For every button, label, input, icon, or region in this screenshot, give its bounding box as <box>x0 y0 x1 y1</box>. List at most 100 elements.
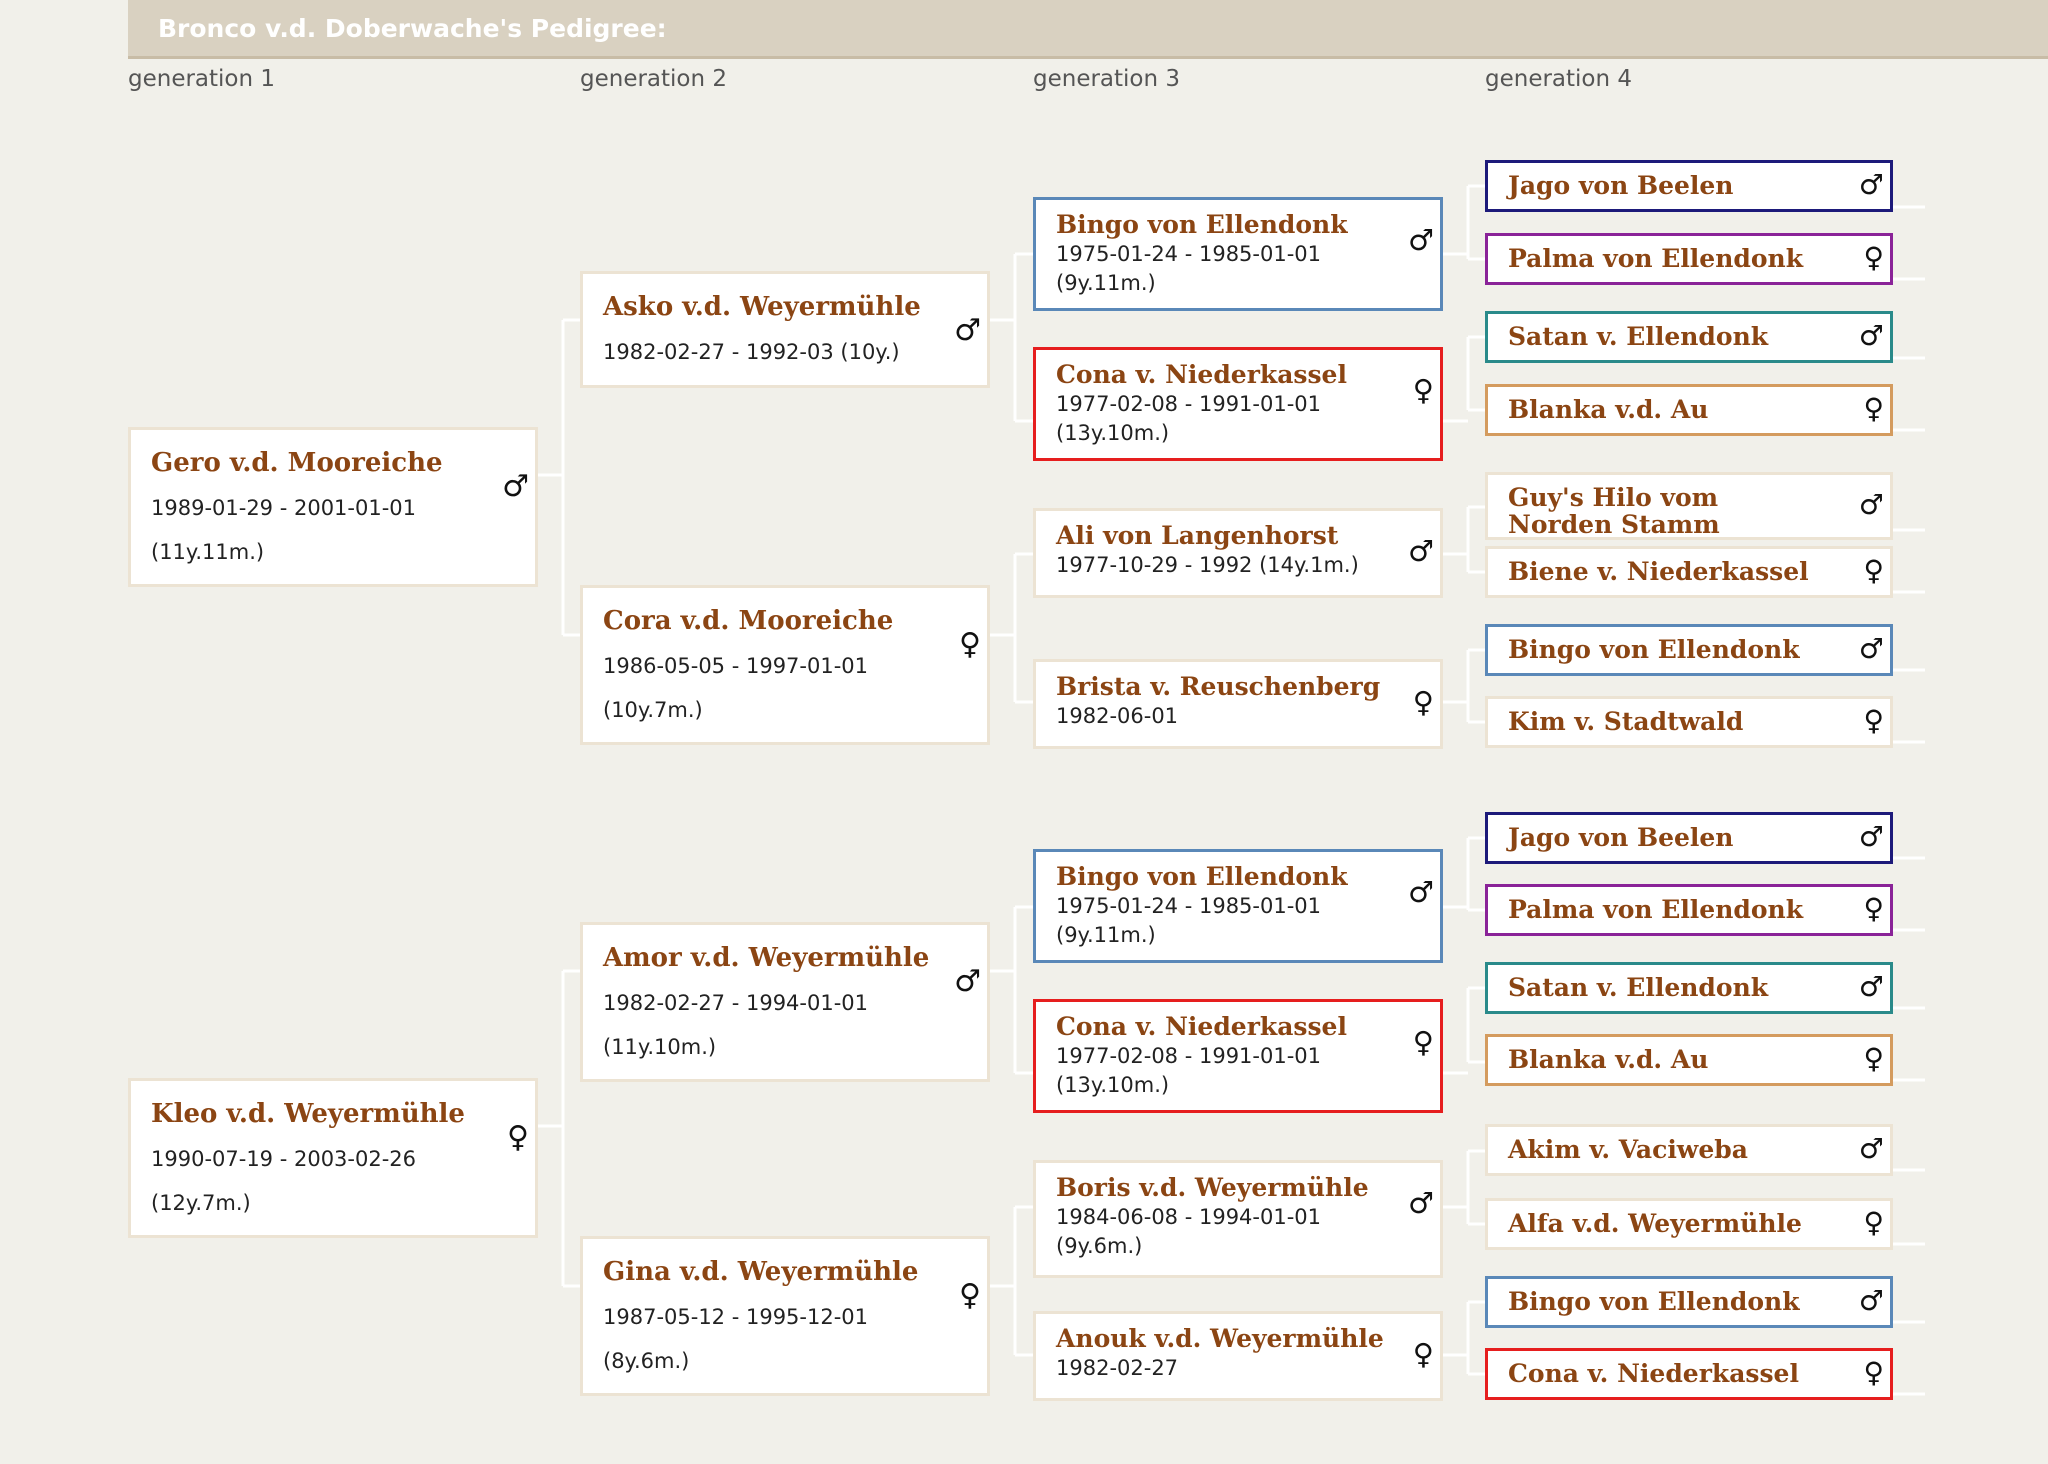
dog-name-link[interactable]: Satan v. Ellendonk <box>1508 973 1768 1002</box>
dog-dates: 1982-06-01 <box>1056 704 1179 728</box>
dog-name-link[interactable]: Blanka v.d. Au <box>1508 395 1708 424</box>
generation-3-card[interactable]: Anouk v.d. Weyermühle 1982-02-27 ♀ <box>1033 1311 1443 1401</box>
dog-name-link[interactable]: Cona v. Niederkassel <box>1056 360 1347 389</box>
dog-name-link[interactable]: Amor v.d. Weyermühle <box>603 943 929 973</box>
male-symbol-icon: ♂ <box>1408 223 1434 257</box>
dog-name-link[interactable]: Kim v. Stadtwald <box>1508 707 1743 736</box>
dog-dates: 1986-05-05 - 1997-01-01 <box>603 654 869 678</box>
dog-dates: 1977-02-08 - 1991-01-01 <box>1056 392 1322 416</box>
generation-2-card[interactable]: Asko v.d. Weyermühle 1982-02-27 - 1992-0… <box>580 271 990 388</box>
dog-name-link[interactable]: Cona v. Niederkassel <box>1056 1012 1347 1041</box>
dog-name-link[interactable]: Bingo von Ellendonk <box>1056 862 1348 891</box>
generation-4-card[interactable]: Jago von Beelen ♂ <box>1485 812 1893 864</box>
generation-4-card[interactable]: Alfa v.d. Weyermühle ♀ <box>1485 1198 1893 1250</box>
dog-name-link[interactable]: Palma von Ellendonk <box>1508 244 1803 273</box>
dog-dates: 1977-10-29 - 1992 (14y.1m.) <box>1056 553 1359 577</box>
male-symbol-icon: ♂ <box>1858 970 1884 1003</box>
generation-4-card[interactable]: Bingo von Ellendonk ♂ <box>1485 624 1893 676</box>
generation-4-card[interactable]: Akim v. Vaciweba ♂ <box>1485 1124 1893 1176</box>
dog-name-link[interactable]: Biene v. Niederkassel <box>1508 557 1809 586</box>
generation-4-card[interactable]: Blanka v.d. Au ♀ <box>1485 384 1893 436</box>
dog-name-link[interactable]: Alfa v.d. Weyermühle <box>1508 1209 1802 1238</box>
dog-dates: 1977-02-08 - 1991-01-01 <box>1056 1044 1322 1068</box>
generation-3-card[interactable]: Boris v.d. Weyermühle 1984-06-08 - 1994-… <box>1033 1160 1443 1278</box>
female-symbol-icon: ♀ <box>1863 554 1884 587</box>
female-symbol-icon: ♀ <box>959 1278 981 1313</box>
generation-4-card[interactable]: Cona v. Niederkassel ♀ <box>1485 1348 1893 1400</box>
generation-4-card[interactable]: Palma von Ellendonk ♀ <box>1485 233 1893 285</box>
dog-name-link[interactable]: Bingo von Ellendonk <box>1056 210 1348 239</box>
generation-4-card[interactable]: Blanka v.d. Au ♀ <box>1485 1034 1893 1086</box>
dog-name-link[interactable]: Satan v. Ellendonk <box>1508 322 1768 351</box>
dog-name-link[interactable]: Jago von Beelen <box>1508 823 1734 852</box>
male-symbol-icon: ♂ <box>1858 319 1884 352</box>
male-symbol-icon: ♂ <box>1408 875 1434 909</box>
dog-name-link[interactable]: Gero v.d. Mooreiche <box>151 448 443 478</box>
female-symbol-icon: ♀ <box>1412 373 1434 407</box>
dog-dates: 1975-01-24 - 1985-01-01 <box>1056 894 1322 918</box>
female-symbol-icon: ♀ <box>1863 392 1884 425</box>
male-symbol-icon: ♂ <box>1858 168 1884 201</box>
generation-3-card[interactable]: Ali von Langenhorst 1977-10-29 - 1992 (1… <box>1033 508 1443 598</box>
dog-name-link[interactable]: Ali von Langenhorst <box>1056 521 1338 550</box>
male-symbol-icon: ♂ <box>1408 534 1434 568</box>
dog-name-link[interactable]: Cona v. Niederkassel <box>1508 1359 1799 1388</box>
dog-name-link[interactable]: Boris v.d. Weyermühle <box>1056 1173 1369 1202</box>
dog-name-link[interactable]: Akim v. Vaciweba <box>1508 1135 1748 1164</box>
generation-2-card[interactable]: Gina v.d. Weyermühle 1987-05-12 - 1995-1… <box>580 1236 990 1396</box>
dog-age: (11y.10m.) <box>603 1035 717 1059</box>
dog-age: (13y.10m.) <box>1056 421 1170 445</box>
dog-dates: 1982-02-27 - 1992-03 (10y.) <box>603 340 900 364</box>
female-symbol-icon: ♀ <box>959 627 981 662</box>
male-symbol-icon: ♂ <box>1858 632 1884 665</box>
dog-name-link[interactable]: Anouk v.d. Weyermühle <box>1056 1324 1384 1353</box>
dog-name-link[interactable]: Bingo von Ellendonk <box>1508 635 1800 664</box>
generation-3-card[interactable]: Brista v. Reuschenberg 1982-06-01 ♀ <box>1033 659 1443 749</box>
dog-dates: 1990-07-19 - 2003-02-26 <box>151 1147 417 1171</box>
generation-4-card[interactable]: Biene v. Niederkassel ♀ <box>1485 546 1893 598</box>
generation-3-card[interactable]: Cona v. Niederkassel 1977-02-08 - 1991-0… <box>1033 999 1443 1113</box>
dog-name-link[interactable]: Bingo von Ellendonk <box>1508 1287 1800 1316</box>
male-symbol-icon: ♂ <box>1858 820 1884 853</box>
male-symbol-icon: ♂ <box>502 469 529 504</box>
dog-dates: 1982-02-27 - 1994-01-01 <box>603 991 869 1015</box>
male-symbol-icon: ♂ <box>1858 488 1884 521</box>
dog-name-link[interactable]: Asko v.d. Weyermühle <box>603 292 921 322</box>
dog-name-link[interactable]: Brista v. Reuschenberg <box>1056 672 1380 701</box>
generation-4-card[interactable]: Palma von Ellendonk ♀ <box>1485 884 1893 936</box>
dog-name-link[interactable]: Kleo v.d. Weyermühle <box>151 1099 465 1129</box>
dog-name-link[interactable]: Jago von Beelen <box>1508 171 1734 200</box>
male-symbol-icon: ♂ <box>1858 1284 1884 1317</box>
dog-name-link[interactable]: Blanka v.d. Au <box>1508 1045 1708 1074</box>
dog-name-link[interactable]: Gina v.d. Weyermühle <box>603 1257 918 1287</box>
dog-age: (10y.7m.) <box>603 698 703 722</box>
generation-4-card[interactable]: Guy's Hilo vom Norden Stamm ♂ <box>1485 472 1893 540</box>
generation-4-card[interactable]: Bingo von Ellendonk ♂ <box>1485 1276 1893 1328</box>
dog-dates: 1987-05-12 - 1995-12-01 <box>603 1305 869 1329</box>
generation-4-card[interactable]: Satan v. Ellendonk ♂ <box>1485 962 1893 1014</box>
generation-2-card[interactable]: Cora v.d. Mooreiche 1986-05-05 - 1997-01… <box>580 585 990 745</box>
dog-age: (8y.6m.) <box>603 1349 690 1373</box>
generation-3-card[interactable]: Bingo von Ellendonk 1975-01-24 - 1985-01… <box>1033 197 1443 311</box>
generation-4-card[interactable]: Satan v. Ellendonk ♂ <box>1485 311 1893 363</box>
dog-age: (9y.6m.) <box>1056 1234 1143 1258</box>
generation-4-card[interactable]: Jago von Beelen ♂ <box>1485 160 1893 212</box>
dog-name-link[interactable]: Palma von Ellendonk <box>1508 895 1803 924</box>
generation-4-card[interactable]: Kim v. Stadtwald ♀ <box>1485 696 1893 748</box>
dog-dates: 1984-06-08 - 1994-01-01 <box>1056 1205 1322 1229</box>
female-symbol-icon: ♀ <box>507 1120 529 1155</box>
female-symbol-icon: ♀ <box>1412 685 1434 719</box>
generation-3-card[interactable]: Cona v. Niederkassel 1977-02-08 - 1991-0… <box>1033 347 1443 461</box>
male-symbol-icon: ♂ <box>1858 1132 1884 1165</box>
dog-dates: 1989-01-29 - 2001-01-01 <box>151 496 417 520</box>
generation-3-card[interactable]: Bingo von Ellendonk 1975-01-24 - 1985-01… <box>1033 849 1443 963</box>
dog-name-link[interactable]: Guy's Hilo vom Norden Stamm <box>1508 484 1828 538</box>
male-symbol-icon: ♂ <box>1408 1186 1434 1220</box>
generation-1-sire-card[interactable]: Gero v.d. Mooreiche 1989-01-29 - 2001-01… <box>128 427 538 587</box>
generation-1-dam-card[interactable]: Kleo v.d. Weyermühle 1990-07-19 - 2003-0… <box>128 1078 538 1238</box>
dog-name-link[interactable]: Cora v.d. Mooreiche <box>603 606 893 636</box>
generation-2-card[interactable]: Amor v.d. Weyermühle 1982-02-27 - 1994-0… <box>580 922 990 1082</box>
male-symbol-icon: ♂ <box>954 964 981 999</box>
female-symbol-icon: ♀ <box>1412 1337 1434 1371</box>
male-symbol-icon: ♂ <box>954 313 981 348</box>
